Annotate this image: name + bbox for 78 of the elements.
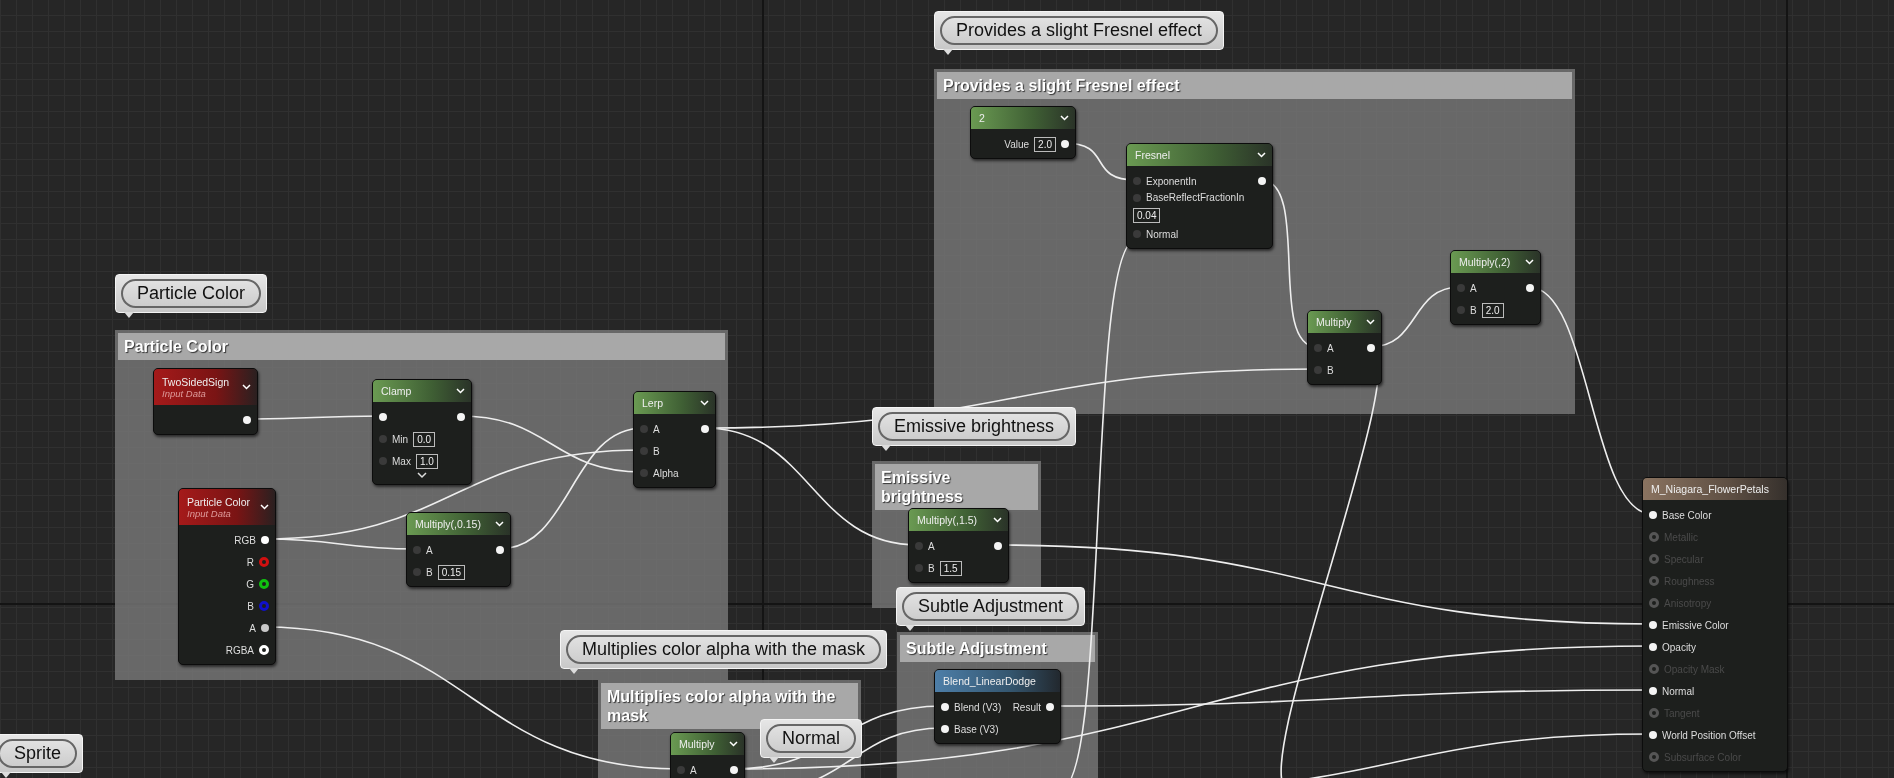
pin-label: B [247,600,254,612]
pin-label: Normal [1662,685,1695,697]
pin-label: G [246,578,254,590]
pin-label: B [653,445,660,457]
pin-label: World Position Offset [1662,729,1756,741]
node-title: Clamp [381,385,412,397]
pin-label: A [690,764,697,776]
node-title: TwoSidedSign [162,375,230,388]
bubble-label: Normal [766,724,856,753]
pin-label: B [426,566,433,578]
material-node[interactable]: Blend_LinearDodge Blend (V3) Result Base (V3) [934,669,1061,744]
pin-label: Min [392,433,409,445]
pin-label: Base (V3) [954,723,999,735]
node-title: M_Niagara_FlowerPetals [1651,483,1769,495]
material-node[interactable]: Fresnel ExponentIn BaseReflectFractionIn 0.04 Normal [1126,143,1273,249]
node-title: Multiply [679,738,715,750]
material-node[interactable]: Particle Color Input Data RGB R G B A RGBA [178,488,276,665]
bubble-label: Emissive brightness [878,412,1071,441]
pin-label: B [1470,304,1477,316]
pin-label: A [1327,342,1334,354]
comment-title: Provides a slight Fresnel effect [937,72,1572,100]
pin-label: A [426,544,433,556]
node-subtitle: Input Data [162,387,206,399]
bubble-label: Multiplies color alpha with the mask [566,635,882,664]
pin-label: Normal [1146,228,1179,240]
node-title: Multiply(,0.15) [415,518,481,530]
material-node[interactable]: Multiply(,2) A B 2.0 [1450,250,1541,325]
value-field[interactable]: 1.5 [939,560,962,576]
material-node[interactable]: Multiply(,0.15) A B 0.15 [406,512,511,587]
pin-label: B [1327,364,1334,376]
comment-title: Emissive brightness [875,464,1038,511]
material-node[interactable]: Multiply A B [1307,310,1382,385]
pin-label: RGB [234,534,256,546]
pin-label: BaseReflectFractionIn [1146,192,1245,203]
value-field[interactable]: 1.0 [415,453,438,469]
value-field[interactable]: 0.15 [437,564,466,580]
comment-title: Particle Color [118,333,725,361]
node-title: Fresnel [1135,149,1170,161]
node-title: Particle Color [187,495,251,508]
node-title: Multiply(,1.5) [917,514,978,526]
node-title: Lerp [642,397,663,409]
pin-label: A [653,423,660,435]
bubble-label: Sprite [0,739,78,768]
material-node[interactable]: Multiply(,1.5) A B 1.5 [908,508,1009,583]
pin-label: R [246,556,254,568]
value-field[interactable]: 2.0 [1034,136,1056,152]
pin-label: Emissive Color [1662,619,1729,631]
value-field[interactable]: 0.0 [413,431,436,447]
comment-title: Multiplies color alpha with the mask [601,683,858,730]
material-node[interactable]: Clamp Min 0.0 Max 1.0 [372,379,472,485]
node-title: 2 [979,112,985,124]
value-field[interactable]: 0.04 [1133,208,1161,223]
pin-label: A [1470,282,1477,294]
node-subtitle: Input Data [187,507,232,519]
material-node[interactable]: Lerp A B Alpha [633,391,716,488]
pin-label: Result [1012,701,1041,713]
material-node[interactable]: Multiply A [670,732,745,778]
pin-label: A [928,540,935,552]
bubble-label: Subtle Adjustment [902,592,1080,621]
pin-label: Max [392,455,411,467]
pin-label: Value [1004,138,1030,150]
node-title: Multiply [1316,316,1352,328]
node-title: Multiply(,2) [1459,256,1511,268]
comment-title: Subtle Adjustment [900,635,1095,663]
material-node[interactable]: TwoSidedSign Input Data [153,368,258,435]
pin-label: Base Color [1662,509,1712,521]
pin-label: Blend (V3) [954,701,1002,713]
pin-label: B [928,562,935,574]
pin-label: ExponentIn [1146,175,1197,187]
bubble-label: Particle Color [121,279,262,308]
pin-label: Opacity [1662,641,1696,653]
pin-label: Alpha [653,467,679,479]
material-node[interactable]: 2 Value 2.0 [970,106,1076,159]
bubble-label: Provides a slight Fresnel effect [940,16,1218,45]
node-title: Blend_LinearDodge [943,675,1036,687]
pin-label: RGBA [225,644,254,656]
pin-label: A [249,622,256,634]
value-field[interactable]: 2.0 [1481,302,1504,318]
